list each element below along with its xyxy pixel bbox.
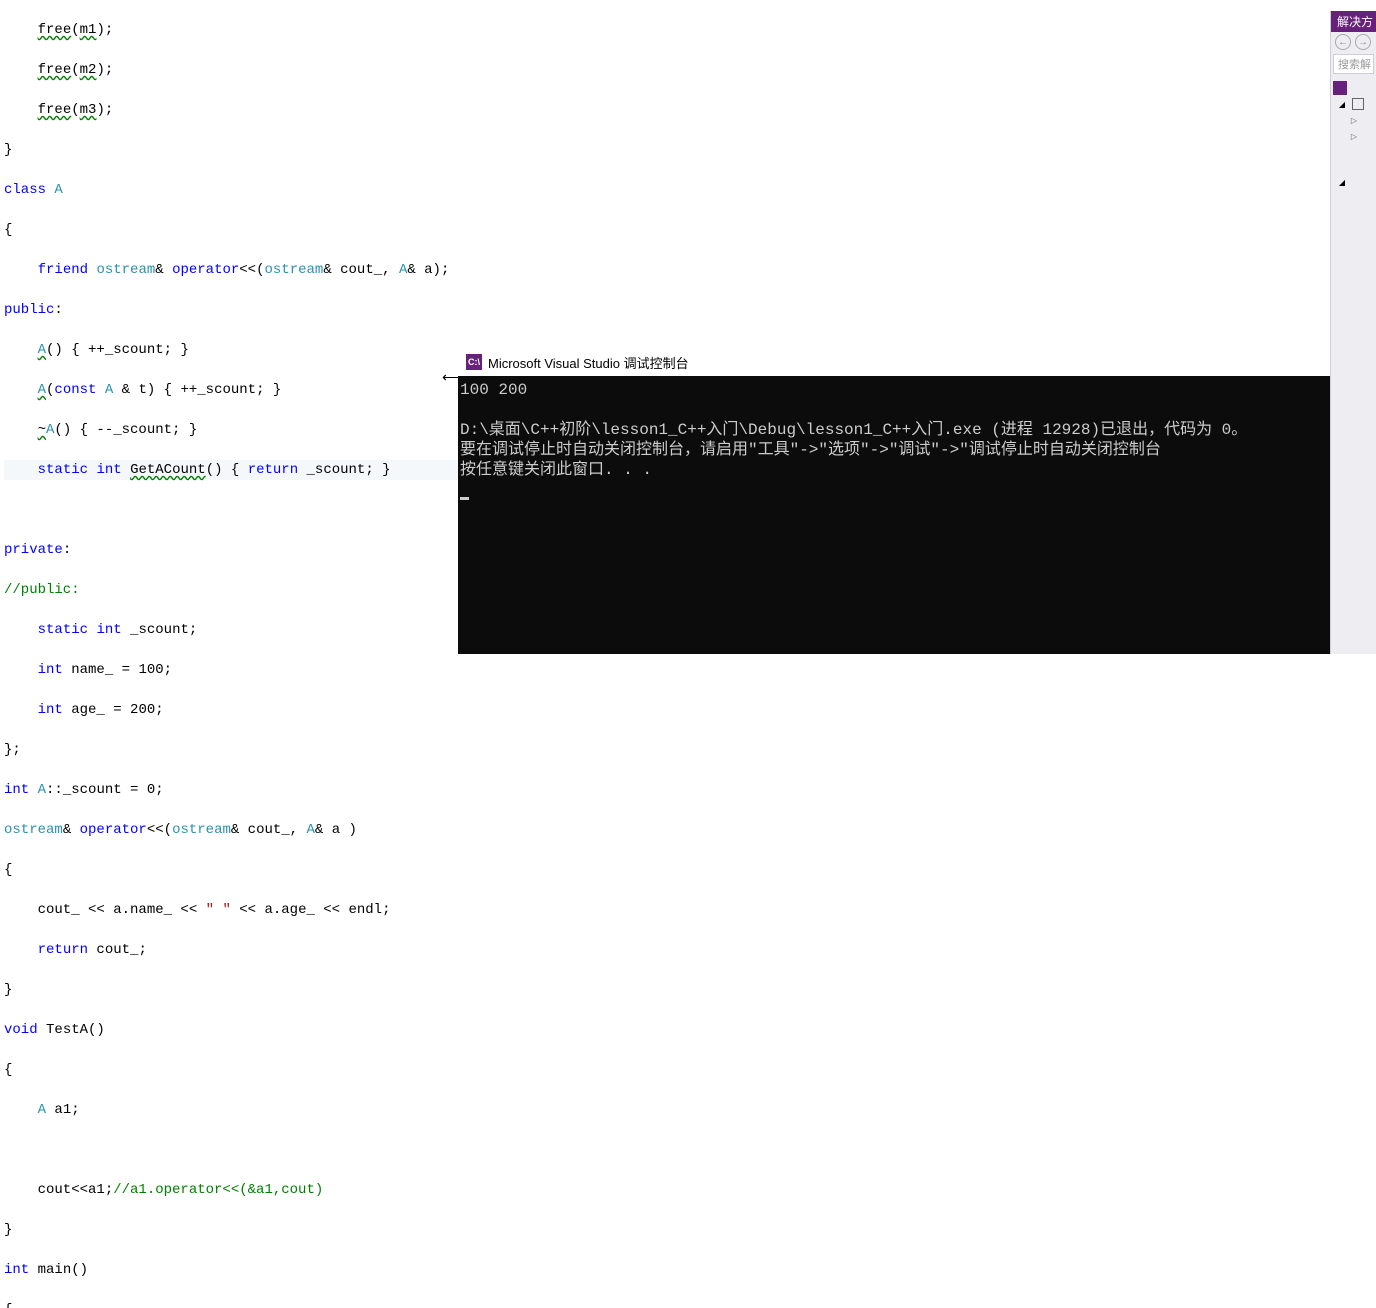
code-line: int A::_scount = 0; (4, 780, 1330, 800)
code-line: cout<<a1;//a1.operator<<(&a1,cout) (4, 1180, 1330, 1200)
code-line: } (4, 980, 1330, 1000)
expand-icon[interactable] (1347, 113, 1361, 127)
code-line: int main() (4, 1260, 1330, 1280)
code-line: int age_ = 200; (4, 700, 1330, 720)
code-line: { (4, 220, 1330, 240)
expand-icon[interactable] (1347, 129, 1361, 143)
code-line: A a1; (4, 1100, 1330, 1120)
vs-solution-icon (1333, 81, 1347, 95)
code-line: friend ostream& operator<<(ostream& cout… (4, 260, 1330, 280)
solution-tree[interactable] (1331, 76, 1376, 194)
code-line: class A (4, 180, 1330, 200)
code-line: cout_ << a.name_ << " " << a.age_ << end… (4, 900, 1330, 920)
console-title: Microsoft Visual Studio 调试控制台 (488, 353, 689, 372)
code-line: { (4, 1060, 1330, 1080)
solution-explorer-header[interactable]: 解决方 (1331, 11, 1376, 32)
code-line: } (4, 140, 1330, 160)
solution-search-input[interactable]: 搜索解 (1333, 54, 1374, 74)
code-line: free(m1); (4, 20, 1330, 40)
code-line: int name_ = 100; (4, 660, 1330, 680)
tree-item-child[interactable] (1333, 128, 1374, 144)
console-cursor (460, 497, 469, 500)
tree-item-project[interactable] (1333, 96, 1374, 112)
code-line: return cout_; (4, 940, 1330, 960)
code-line: }; (4, 740, 1330, 760)
code-line (4, 1140, 1330, 1160)
code-line: { (4, 1300, 1330, 1308)
code-line: free(m2); (4, 60, 1330, 80)
code-line: public: (4, 300, 1330, 320)
solution-explorer-toolbar: ← → (1331, 32, 1376, 52)
expand-icon[interactable] (1335, 97, 1349, 111)
tree-item-child[interactable] (1333, 174, 1374, 190)
debug-console-window[interactable]: C:\ Microsoft Visual Studio 调试控制台 100 20… (458, 348, 1376, 654)
code-line: { (4, 860, 1330, 880)
expand-icon[interactable] (1335, 175, 1349, 189)
code-line: ostream& operator<<(ostream& cout_, A& a… (4, 820, 1330, 840)
console-icon: C:\ (466, 354, 482, 370)
forward-button-icon[interactable]: → (1355, 34, 1371, 50)
solution-explorer[interactable]: 解决方 ← → 搜索解 (1330, 11, 1376, 654)
tree-item-solution[interactable] (1333, 80, 1374, 96)
code-line: void TestA() (4, 1020, 1330, 1040)
console-output: 100 200 D:\桌面\C++初阶\lesson1_C++入门\Debug\… (458, 376, 1376, 504)
back-button-icon[interactable]: ← (1335, 34, 1351, 50)
project-icon (1351, 97, 1365, 111)
code-line: free(m3); (4, 100, 1330, 120)
console-titlebar[interactable]: C:\ Microsoft Visual Studio 调试控制台 (458, 348, 1376, 376)
code-line: } (4, 1220, 1330, 1240)
tree-item-child[interactable] (1333, 112, 1374, 128)
